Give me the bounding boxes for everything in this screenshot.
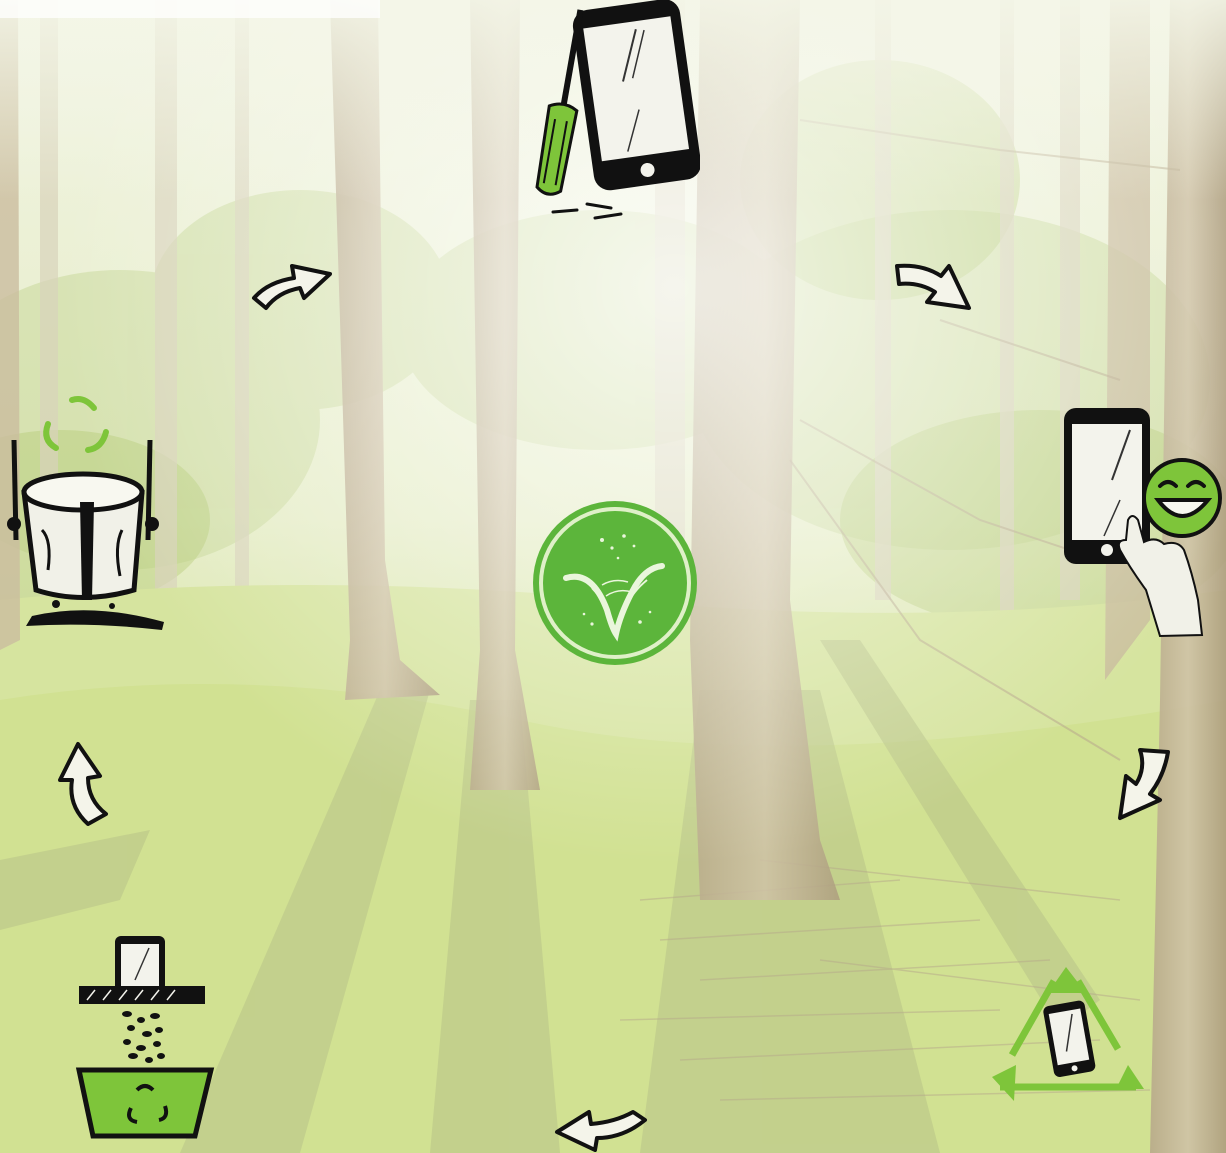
phone-touch-smiley-icon [1064, 408, 1222, 638]
arrow-icon [895, 263, 971, 310]
crucible-pour-icon [7, 396, 164, 630]
brand-leaf-logo[interactable] [532, 500, 698, 666]
arrow-icon [555, 1110, 647, 1152]
recycle-triangle-phone-icon [992, 967, 1144, 1101]
screwdriver-phone-icon [535, 0, 700, 220]
arrow-icon [1118, 748, 1170, 820]
arrow-icon [58, 742, 108, 826]
arrow-icon [252, 264, 332, 310]
shredder-bin-icon [75, 936, 215, 1139]
